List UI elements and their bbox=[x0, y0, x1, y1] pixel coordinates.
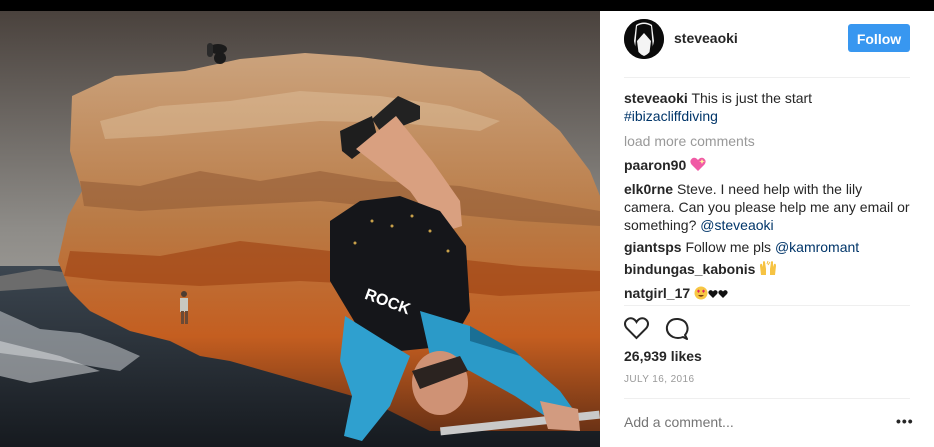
comment-item: giantsps Follow me pls @kamromant bbox=[624, 238, 914, 256]
comment-text: Follow me pls bbox=[685, 239, 772, 255]
comment-username[interactable]: paaron90 bbox=[624, 157, 686, 173]
comment-item: bindungas_kabonis bbox=[624, 260, 914, 280]
caption: steveaoki This is just the start #ibizac… bbox=[624, 89, 914, 125]
heart-outline-icon[interactable] bbox=[624, 317, 649, 345]
post-photo[interactable]: ROCK bbox=[0, 11, 600, 447]
post-username[interactable]: steveaoki bbox=[674, 30, 738, 46]
comment-username[interactable]: elk0rne bbox=[624, 181, 673, 197]
top-bar bbox=[0, 0, 934, 11]
comment-item: paaron90 bbox=[624, 156, 914, 176]
load-more-comments[interactable]: load more comments bbox=[624, 132, 914, 150]
likes-count[interactable]: 26,939 likes bbox=[624, 348, 702, 364]
post-date: JULY 16, 2016 bbox=[624, 374, 695, 385]
speech-bubble-icon[interactable] bbox=[665, 317, 689, 346]
divider bbox=[624, 305, 910, 306]
comment-item: natgirl_17 bbox=[624, 284, 914, 304]
comment-item: elk0rne Steve. I need help with the lily… bbox=[624, 180, 914, 234]
steve-aoki-face-icon bbox=[624, 19, 664, 59]
comment-username[interactable]: natgirl_17 bbox=[624, 285, 690, 301]
sparkling-heart-icon bbox=[690, 157, 706, 176]
caption-text: This is just the start bbox=[691, 90, 813, 106]
more-options-icon[interactable]: ••• bbox=[896, 413, 914, 429]
comment-username[interactable]: bindungas_kabonis bbox=[624, 261, 755, 277]
heart-eyes-hearts-icon bbox=[694, 285, 728, 304]
comment-username[interactable]: giantsps bbox=[624, 239, 682, 255]
cliff-diving-photo: ROCK bbox=[0, 11, 600, 447]
add-comment-input[interactable] bbox=[624, 414, 884, 430]
follow-button[interactable]: Follow bbox=[848, 24, 910, 52]
comment-mention[interactable]: @kamromant bbox=[775, 239, 859, 255]
post-sidebar: steveaoki Follow steveaoki This is just … bbox=[600, 11, 934, 447]
caption-username[interactable]: steveaoki bbox=[624, 90, 688, 106]
post-header: steveaoki Follow bbox=[600, 11, 934, 77]
raised-hands-icon bbox=[759, 260, 777, 280]
comment-mention[interactable]: @steveaoki bbox=[700, 217, 773, 233]
caption-hashtag[interactable]: #ibizacliffdiving bbox=[624, 108, 718, 124]
comments-list: steveaoki This is just the start #ibizac… bbox=[624, 89, 914, 308]
divider bbox=[624, 77, 910, 78]
avatar[interactable] bbox=[624, 19, 664, 59]
divider bbox=[624, 398, 910, 399]
